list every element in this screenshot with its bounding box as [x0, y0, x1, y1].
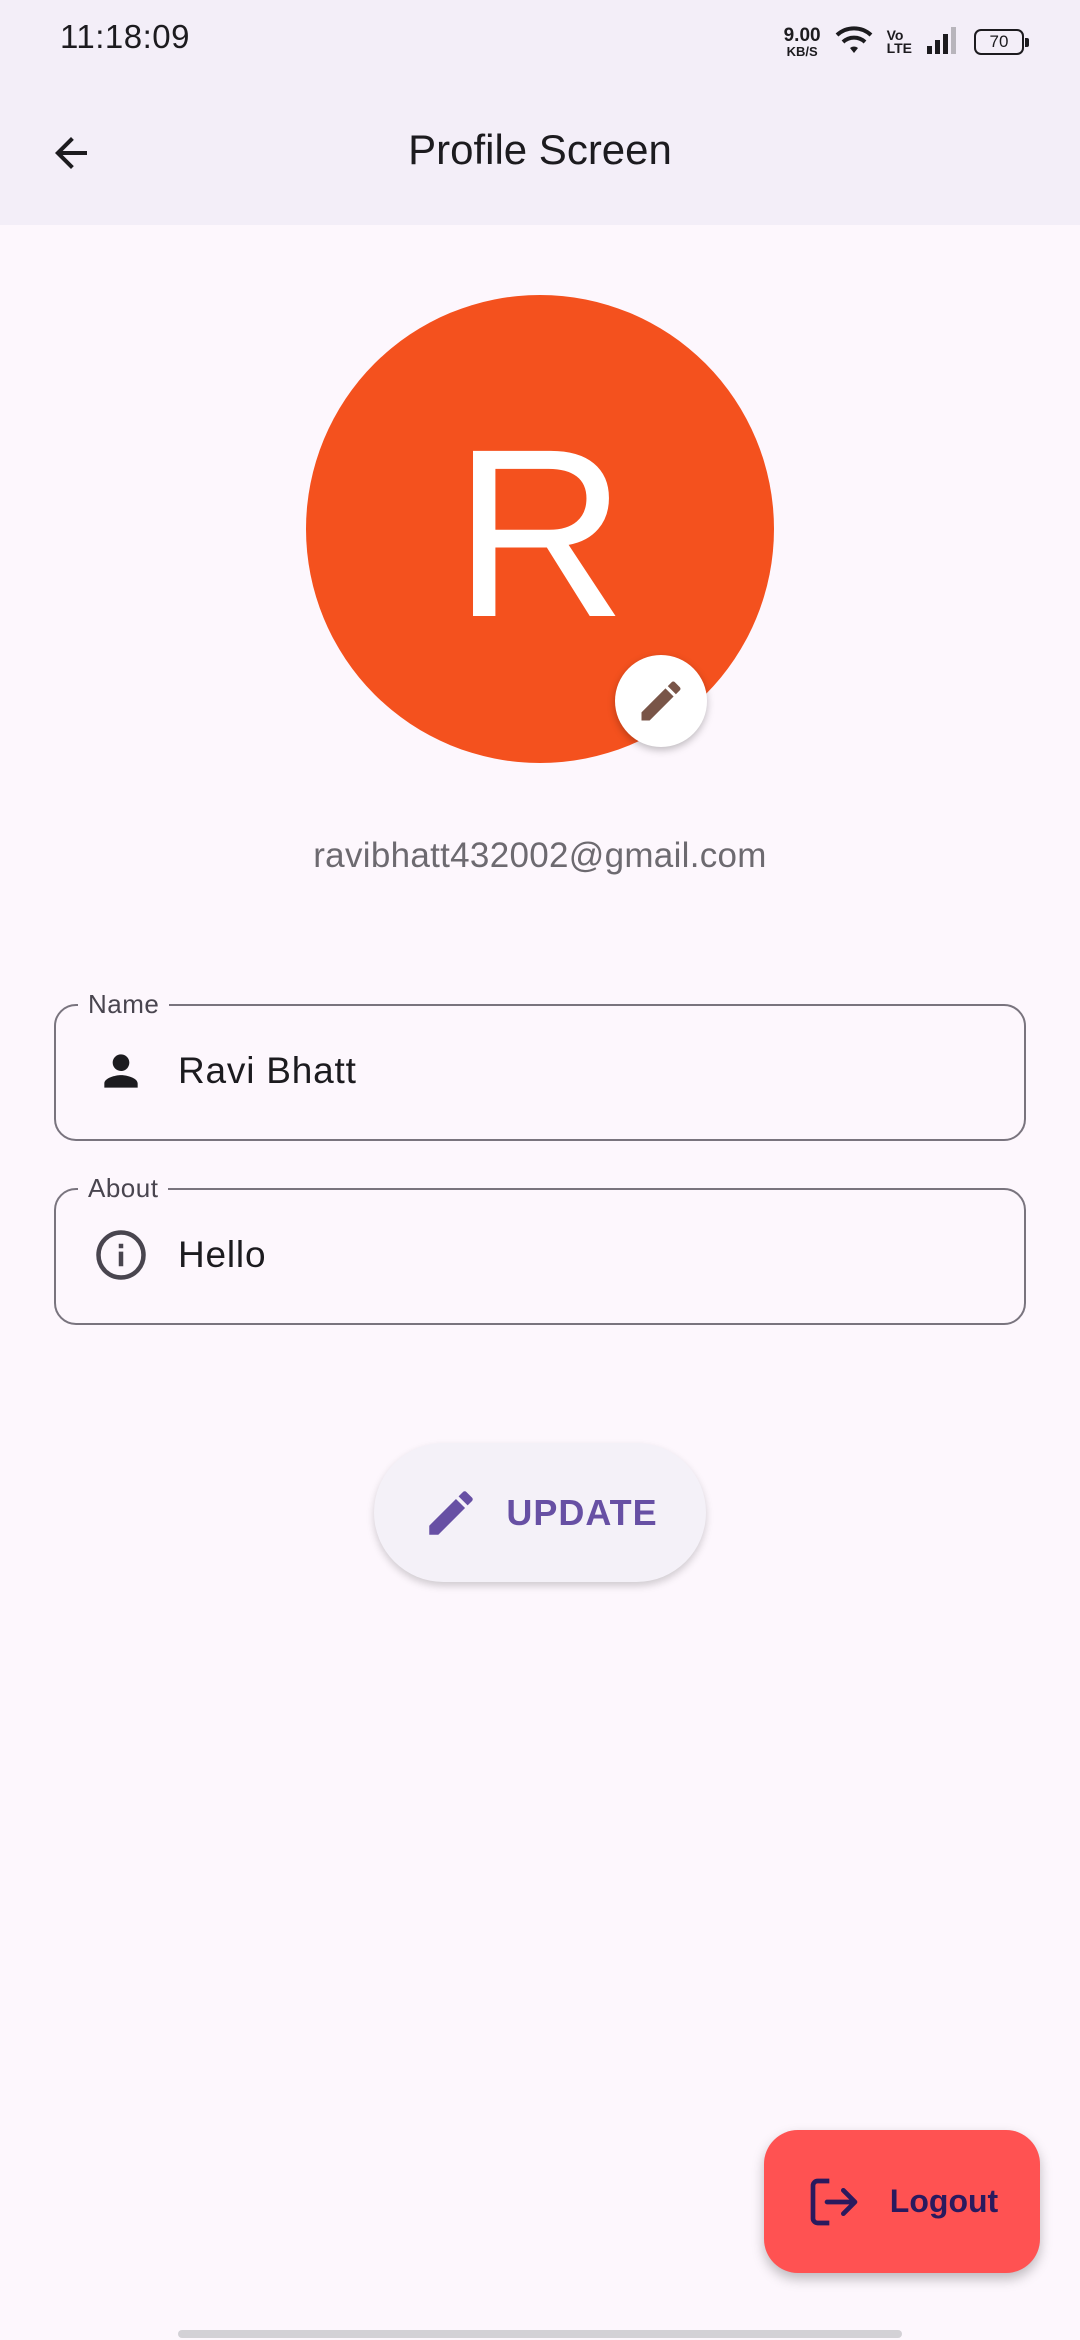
- name-field[interactable]: Name Ravi Bhatt: [54, 989, 1026, 1141]
- pencil-icon: [641, 681, 681, 721]
- signal-icon: [926, 26, 960, 59]
- app-bar: Profile Screen: [0, 80, 1080, 225]
- pencil-icon: [429, 1490, 474, 1535]
- info-icon: [88, 1222, 154, 1288]
- network-speed: 9.00 KB/S: [784, 26, 821, 58]
- name-field-label: Name: [78, 989, 170, 1019]
- volte-bottom: LTE: [886, 40, 912, 56]
- network-speed-unit: KB/S: [786, 44, 818, 59]
- logout-button[interactable]: Logout: [764, 2130, 1040, 2273]
- avatar-letter: R: [453, 399, 627, 667]
- profile-screen: 11:18:09 9.00 KB/S Vo LTE 70 Profile Scr…: [0, 0, 1080, 2340]
- about-field-value: Hello: [178, 1234, 267, 1275]
- logout-button-label: Logout: [889, 2183, 999, 2219]
- status-bar: 11:18:09 9.00 KB/S Vo LTE 70: [0, 0, 1080, 80]
- name-field-value: Ravi Bhatt: [178, 1050, 357, 1091]
- wifi-icon: [835, 25, 873, 60]
- about-field[interactable]: About Hello: [54, 1173, 1026, 1325]
- person-icon: [88, 1038, 154, 1104]
- email-text: ravibhatt432002@gmail.com: [313, 836, 767, 875]
- edit-avatar-button[interactable]: [615, 655, 707, 747]
- about-field-label: About: [78, 1173, 169, 1203]
- battery-icon: 70: [974, 29, 1029, 55]
- battery-level: 70: [989, 32, 1009, 51]
- page-title: Profile Screen: [408, 126, 672, 173]
- home-indicator[interactable]: [178, 2330, 902, 2338]
- status-time: 11:18:09: [60, 18, 191, 55]
- volte-icon: Vo LTE: [886, 28, 912, 56]
- update-button[interactable]: UPDATE: [374, 1443, 706, 1582]
- status-icons: 9.00 KB/S Vo LTE 70: [784, 22, 1029, 62]
- update-button-label: UPDATE: [506, 1491, 658, 1533]
- logout-icon: [810, 2178, 858, 2225]
- network-speed-value: 9.00: [783, 25, 821, 46]
